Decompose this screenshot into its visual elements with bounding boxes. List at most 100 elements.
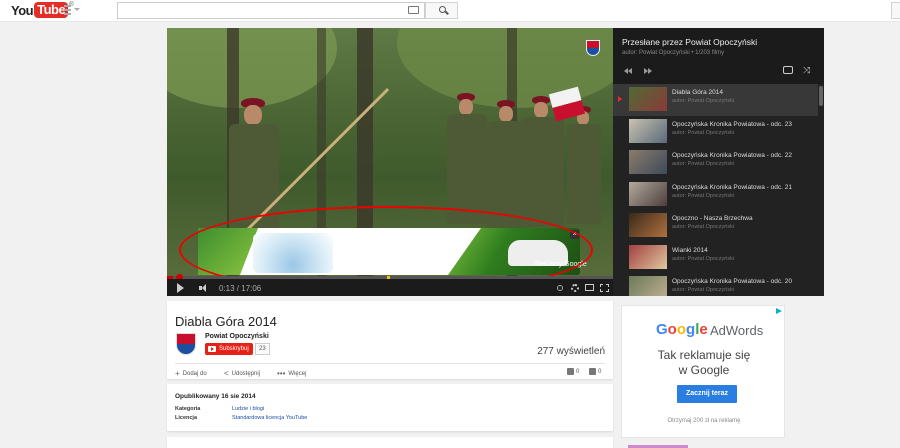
playlist-scrollbar[interactable]	[819, 86, 823, 106]
playlist-thumbnail[interactable]	[629, 150, 667, 174]
ad-footer-text: Otrzymaj 200 zł na reklamę	[667, 418, 741, 424]
previous-video-button[interactable]	[624, 68, 634, 74]
playlist-item-title[interactable]: Opoczyńska Kronika Powiatowa - odc. 20	[672, 278, 818, 285]
playlist-panel: Przesłane przez Powiat Opoczyński autor:…	[613, 28, 824, 296]
thumbs-down-icon	[589, 368, 596, 375]
video-player[interactable]: × Reklamy Google 0:13 / 17:06	[167, 28, 613, 296]
playlist-thumbnail[interactable]	[629, 244, 667, 269]
playlist-item-author: autor: Powiat Opoczyński	[672, 161, 735, 167]
playlist-item[interactable]: Opoczyńska Kronika Powiatowa - odc. 22 a…	[613, 147, 818, 179]
add-to-label: Dodaj do	[182, 371, 207, 377]
ad-tagline-line1: Tak reklamuje się	[657, 348, 751, 362]
more-button[interactable]: ••• Więcej	[277, 370, 306, 378]
playlist-thumbnail[interactable]	[629, 118, 667, 143]
playlist-item-author: autor: Powiat Opoczyński	[672, 192, 735, 199]
chevron-down-icon	[74, 8, 80, 11]
theater-mode-icon[interactable]	[585, 284, 594, 291]
channel-name-link[interactable]: Powiat Opoczyński	[205, 333, 269, 340]
keyboard-icon[interactable]	[408, 6, 419, 14]
logo-you-text: You	[11, 2, 34, 18]
guide-menu-button[interactable]	[64, 5, 80, 15]
license-link[interactable]: Standardowa licencja YouTube	[232, 415, 307, 421]
playlist-item[interactable]: Opoczyńska Kronika Powiatowa - odc. 23 a…	[613, 116, 818, 148]
like-count: 0	[576, 369, 580, 376]
volume-icon[interactable]	[199, 284, 208, 292]
playlist-item-title[interactable]: Diabla Góra 2014	[672, 89, 818, 96]
google-logo-letter: g	[686, 321, 696, 338]
forest-canopy	[167, 28, 337, 108]
playlist-item-author: autor: Powiat Opoczyński	[672, 224, 735, 230]
playlist-thumbnail[interactable]	[629, 181, 667, 206]
playlist-item-author: autor: Powiat Opoczyński	[672, 287, 735, 293]
ad-choices-icon[interactable]	[776, 308, 782, 314]
shuffle-icon[interactable]: ⤨	[803, 66, 810, 75]
playlist-item-title[interactable]: Opoczyńska Kronika Powiatowa - odc. 23	[672, 121, 818, 128]
playlist-item-author: autor: Powiat Opoczyński	[672, 129, 735, 136]
playlist-item[interactable]: Diabla Góra 2014 autor: Powiat Opoczyńsk…	[613, 84, 818, 116]
gear-icon[interactable]	[571, 284, 579, 292]
google-logo: Google	[656, 321, 708, 338]
masthead: You Tube ®	[0, 0, 900, 22]
share-label: Udostępnij	[231, 371, 261, 377]
thumbs-up-icon	[567, 368, 574, 375]
search-button[interactable]	[425, 2, 458, 19]
share-button[interactable]: < Udostępnij	[224, 370, 260, 378]
speaker-cone	[202, 284, 206, 292]
channel-watermark-icon[interactable]	[586, 40, 600, 56]
youtube-play-icon	[208, 346, 216, 352]
playlist-item[interactable]: Opoczno - Nasza Brzechwa autor: Powiat O…	[613, 210, 818, 242]
playlist-title[interactable]: Przesłane przez Powiat Opoczyński	[622, 37, 818, 47]
overlay-ad-close-button[interactable]: ×	[570, 230, 579, 239]
playlist-item-title[interactable]: Opoczyńska Kronika Powiatowa - odc. 21	[672, 184, 818, 191]
adwords-text: AdWords	[710, 323, 764, 338]
divider	[175, 363, 605, 364]
playlist-item[interactable]: Wianki 2014 autor: Powiat Opoczyński	[613, 242, 818, 274]
like-button[interactable]: 0	[567, 368, 579, 375]
playlist-thumbnail[interactable]	[629, 213, 667, 237]
more-dots-icon: •••	[277, 369, 286, 378]
playlist-subtitle: autor: Powiat Opoczyński • 1/203 filmy	[622, 50, 725, 56]
channel-avatar[interactable]	[176, 333, 196, 355]
playlist-item-author: autor: Powiat Opoczyński	[672, 255, 735, 262]
sidebar-ad[interactable]: Google AdWords Tak reklamuje się w Googl…	[621, 305, 785, 438]
uniform	[487, 121, 525, 231]
playlist-item-title[interactable]: Wianki 2014	[672, 247, 818, 254]
add-to-button[interactable]: + Dodaj do	[175, 370, 207, 378]
ad-leaf-graphic	[198, 228, 258, 275]
annotations-icon[interactable]	[557, 285, 563, 291]
head	[534, 102, 548, 118]
playlist-thumbnail[interactable]	[629, 87, 667, 111]
uniform	[522, 117, 564, 227]
ad-cta-button[interactable]: Zacznij teraz	[677, 385, 737, 403]
fullscreen-icon[interactable]	[600, 284, 609, 292]
view-count: 277 wyświetleń	[537, 346, 605, 357]
google-logo-letter: e	[699, 321, 708, 338]
video-frame[interactable]: × Reklamy Google	[167, 28, 613, 276]
ad-wind-turbines-graphic	[253, 233, 333, 273]
uniform	[567, 124, 601, 224]
playlist-item-title[interactable]: Opoczno - Nasza Brzechwa	[672, 215, 818, 222]
sign-in-button[interactable]	[891, 2, 900, 19]
now-playing-icon	[618, 96, 622, 102]
overlay-ad-banner[interactable]	[198, 228, 580, 275]
loop-icon[interactable]	[783, 66, 793, 74]
play-icon[interactable]	[177, 283, 184, 293]
video-title: Diabla Góra 2014	[175, 314, 277, 329]
search-input[interactable]	[117, 2, 425, 19]
menu-bar-icon	[64, 5, 71, 7]
previous-icon	[628, 68, 632, 74]
playlist-items: Diabla Góra 2014 autor: Powiat Opoczyńsk…	[613, 84, 818, 296]
subscribe-button[interactable]: Subskrybuj	[205, 343, 253, 355]
playlist-header: Przesłane przez Powiat Opoczyński autor:…	[613, 28, 824, 84]
next-video-button[interactable]	[644, 68, 654, 74]
playlist-item[interactable]: Opoczyńska Kronika Powiatowa - odc. 20 a…	[613, 273, 818, 296]
playlist-item[interactable]: Opoczyńska Kronika Powiatowa - odc. 21 a…	[613, 179, 818, 211]
license-label: Licencja	[175, 415, 198, 421]
google-logo-letter: o	[676, 321, 687, 338]
playlist-thumbnail[interactable]	[629, 276, 667, 296]
playlist-item-title[interactable]: Opoczyńska Kronika Powiatowa - odc. 22	[672, 152, 818, 159]
google-logo-letter: G	[656, 321, 668, 338]
comments-card	[167, 437, 613, 448]
category-link[interactable]: Ludzie i blogi	[232, 406, 264, 412]
dislike-button[interactable]: 0	[589, 368, 601, 375]
